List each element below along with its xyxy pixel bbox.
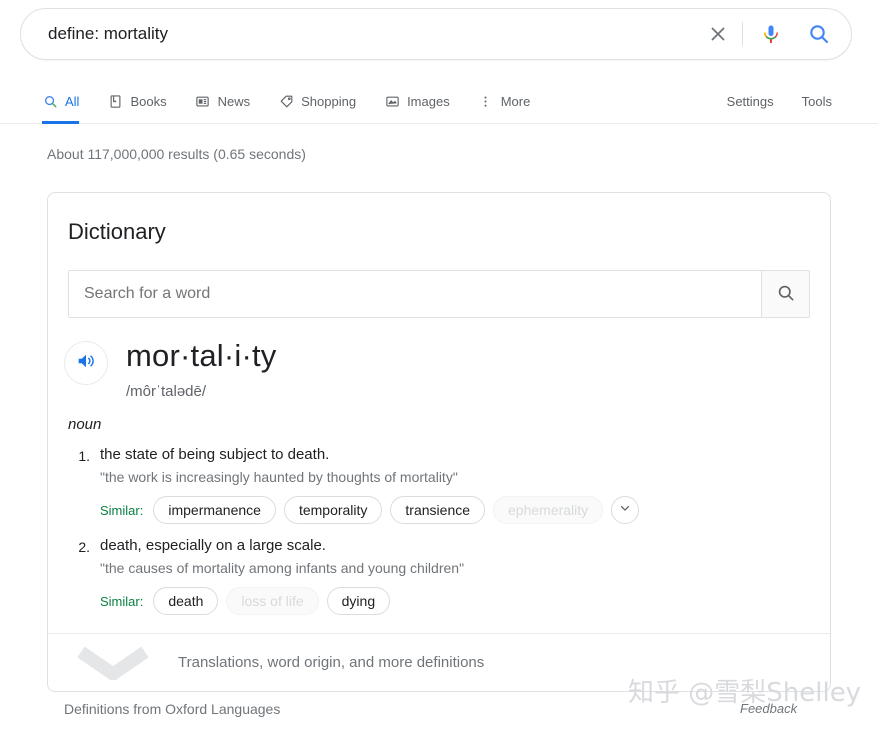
synonyms-label: Similar:	[100, 593, 144, 609]
synonym-chip[interactable]: loss of life	[226, 587, 319, 615]
definition-example: "the causes of mortality among infants a…	[100, 560, 465, 576]
search-bar-divider	[742, 22, 743, 46]
synonym-chip[interactable]: transience	[390, 496, 486, 524]
search-icon[interactable]	[793, 12, 845, 56]
chevron-down-icon	[618, 501, 632, 520]
synonyms-row: Similar: impermanence temporality transi…	[100, 496, 810, 524]
definition-item: 2. death, especially on a large scale. "…	[68, 536, 810, 615]
tab-label: Images	[407, 93, 450, 109]
tools-button[interactable]: Tools	[802, 94, 832, 109]
volume-speaker-icon	[75, 350, 97, 377]
tab-label: News	[217, 93, 251, 109]
more-vertical-icon	[478, 93, 494, 109]
search-bar-container: define: mortality	[20, 8, 852, 60]
tab-shopping[interactable]: Shopping	[264, 78, 370, 124]
search-input[interactable]: define: mortality	[21, 24, 696, 44]
tab-label: All	[65, 93, 80, 109]
tab-label: Shopping	[301, 93, 357, 109]
card-title: Dictionary	[68, 219, 166, 244]
chevron-down-icon	[48, 646, 178, 680]
expand-synonyms-button[interactable]	[611, 496, 640, 524]
feedback-link[interactable]: Feedback	[740, 701, 797, 716]
image-icon	[384, 93, 400, 109]
synonyms-label: Similar:	[100, 502, 144, 518]
pronounce-audio-button[interactable]	[64, 341, 108, 385]
word-search-button[interactable]	[761, 271, 809, 317]
definition-list: 1. the state of being subject to death. …	[68, 445, 810, 627]
synonym-chip[interactable]: temporality	[283, 496, 383, 524]
synonym-chip[interactable]: death	[153, 587, 219, 615]
tab-news[interactable]: News	[181, 78, 265, 124]
synonym-chip[interactable]: dying	[326, 587, 391, 615]
tab-books[interactable]: Books	[93, 78, 180, 124]
headword: mor·tal·i·ty	[126, 338, 277, 373]
search-icon	[776, 283, 796, 306]
microphone-icon[interactable]	[749, 12, 793, 56]
tab-label: More	[500, 93, 531, 109]
dictionary-card: Dictionary mor·tal·i·ty /môrˈtalədē/ nou…	[47, 192, 831, 692]
phonetic-spelling: /môrˈtalədē/	[126, 383, 207, 400]
expand-more-label: Translations, word origin, and more defi…	[178, 654, 485, 671]
settings-button[interactable]: Settings	[727, 94, 774, 109]
tab-all[interactable]: All	[32, 78, 93, 124]
synonyms-row: Similar: death loss of life dying	[100, 587, 810, 615]
synonym-chip[interactable]: ephemerality	[493, 496, 604, 524]
word-search-container	[68, 270, 810, 318]
expand-more-definitions-button[interactable]: Translations, word origin, and more defi…	[48, 633, 830, 691]
definition-body: death, especially on a large scale. "the…	[100, 536, 810, 615]
search-icon	[42, 93, 58, 109]
close-icon[interactable]	[696, 12, 740, 56]
tab-images[interactable]: Images	[370, 78, 464, 124]
nav-right-actions: Settings Tools	[727, 78, 832, 124]
part-of-speech: noun	[68, 416, 102, 433]
nav-tabs: All Books News Shopping Images More	[32, 78, 544, 124]
word-search-input[interactable]	[69, 271, 761, 317]
definition-body: the state of being subject to death. "th…	[100, 445, 810, 524]
tag-icon	[278, 93, 294, 109]
synonym-chip[interactable]: impermanence	[153, 496, 276, 524]
result-stats: About 117,000,000 results (0.65 seconds)	[47, 146, 306, 162]
definitions-source-note: Definitions from Oxford Languages	[64, 701, 281, 717]
definition-number: 1.	[78, 448, 90, 464]
definition-number: 2.	[78, 539, 90, 555]
tab-more[interactable]: More	[464, 78, 545, 124]
book-icon	[107, 93, 123, 109]
definition-example: "the work is increasingly haunted by tho…	[100, 469, 458, 485]
definition-text: death, especially on a large scale.	[100, 537, 326, 554]
search-nav-bar: All Books News Shopping Images More Sett…	[0, 78, 878, 124]
news-icon	[195, 93, 211, 109]
tab-label: Books	[130, 93, 167, 109]
definition-text: the state of being subject to death.	[100, 446, 330, 463]
search-bar[interactable]: define: mortality	[20, 8, 852, 60]
definition-item: 1. the state of being subject to death. …	[68, 445, 810, 524]
